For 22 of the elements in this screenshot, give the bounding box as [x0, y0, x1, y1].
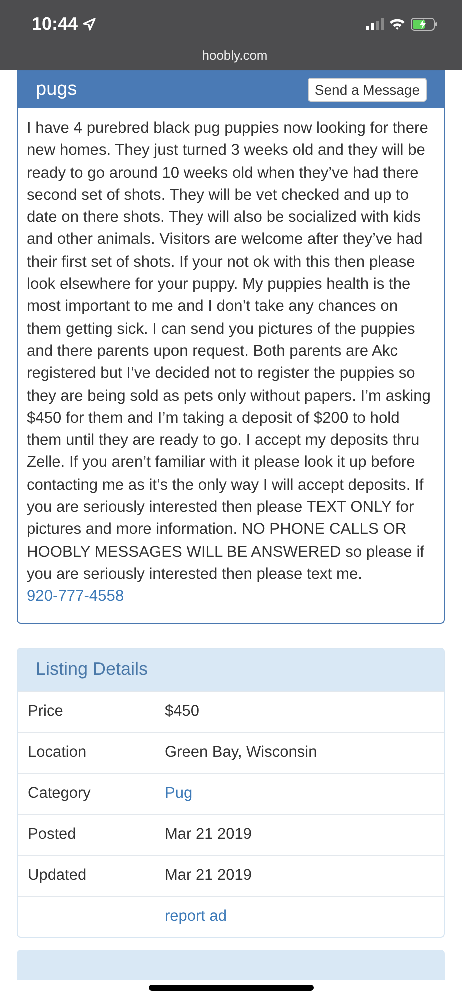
detail-value: Mar 21 2019	[165, 866, 252, 885]
location-arrow-icon	[83, 18, 96, 30]
send-message-button[interactable]: Send a Message	[308, 78, 427, 102]
detail-label: Updated	[28, 866, 87, 884]
detail-label: Posted	[28, 826, 76, 843]
listing-title: pugs	[36, 78, 78, 100]
battery-charging-icon	[411, 18, 438, 30]
signal-icon	[366, 18, 384, 30]
listing-description: I have 4 purebred black pug puppies now looking for there new homes. They just turned 3 weeks old and they will be ready to go around 10 weeks old when they’ve had there second set of shots. They will be vet checked and up to date on there shots. They will also be socialized with kids and other animals. Visitors are welcome after they’ve had their first set of shots. If your not ok with this then please look elsewhere for your puppy. My puppies health is the most important to me and I don’t take any chances on them getting sick. I can send you pictures of the puppies and there parents upon request. Both parents are Akc registered but I’ve decided not to register the puppies so they are being sold as pets only without papers. I’m asking $450 for them and I’m taking a deposit of $200 to hold them until they are ready to go. I accept my deposits thru Zelle. If you aren’t familiar with it please look it up before contacting me as it’s the only way I will accept deposits. If you are seriously interested then please TEXT ONLY for pictures and more information. NO PHONE CALLS OR HOOBLY MESSAGES WILL BE ANSWERED so please if you are seriously interested then please text me. 920-777-4558	[26, 119, 432, 608]
detail-label: Location	[28, 744, 87, 761]
detail-link[interactable]: Pug	[165, 784, 193, 803]
detail-label: Category	[28, 784, 91, 802]
wifi-icon	[389, 18, 406, 30]
detail-value: Mar 21 2019	[165, 826, 252, 844]
phone-link[interactable]: 920-777-4558	[27, 588, 124, 606]
url-text[interactable]: hoobly.com	[32, 48, 438, 63]
details-title: Listing Details	[36, 659, 148, 680]
detail-value: Green Bay, Wisconsin	[165, 744, 318, 762]
detail-link[interactable]: report ad	[165, 908, 228, 926]
detail-value: $450	[165, 702, 200, 721]
detail-label: Price	[28, 702, 64, 720]
clock-time: 10:44	[32, 14, 78, 34]
